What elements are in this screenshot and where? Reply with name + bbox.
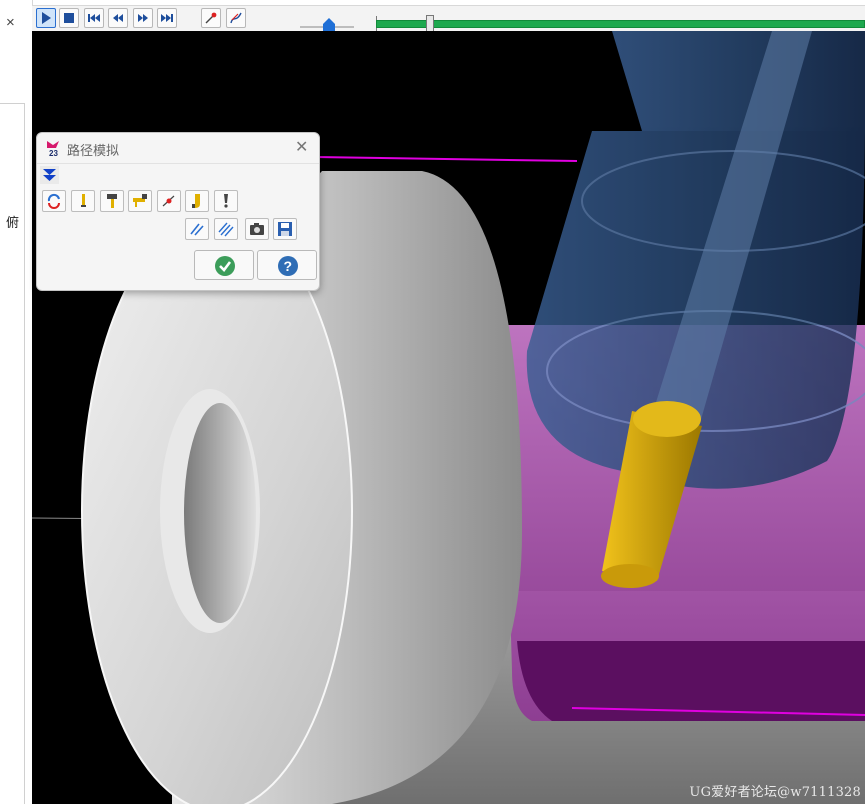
dialog-title: 路径模拟 xyxy=(67,144,120,159)
lines-icon xyxy=(190,223,204,236)
skip-start-icon xyxy=(88,14,100,22)
dense-lines-icon xyxy=(218,222,234,237)
last-button[interactable] xyxy=(157,8,177,28)
path-simulation-dialog: 23 路径模拟 ✕ ? xyxy=(36,132,320,291)
tool-display-button[interactable] xyxy=(71,190,95,212)
step-forward-icon xyxy=(138,14,148,22)
camera-icon xyxy=(250,223,264,235)
path-trace-icon xyxy=(230,12,242,24)
holder-tool-icon xyxy=(133,194,147,207)
holder-tool-button[interactable] xyxy=(128,190,152,212)
holder-display-button[interactable] xyxy=(100,190,124,212)
stop-button[interactable] xyxy=(59,8,79,28)
holder-icon xyxy=(107,194,117,208)
play-icon xyxy=(42,12,51,24)
view-label-fragment: 俯 xyxy=(6,216,20,231)
dialog-titlebar[interactable]: 23 路径模拟 ✕ xyxy=(37,133,319,164)
left-panel-card xyxy=(0,103,25,804)
lines-button[interactable] xyxy=(185,218,209,240)
help-button[interactable]: ? xyxy=(257,250,317,280)
snapshot-button[interactable] xyxy=(245,218,269,240)
svg-text:?: ? xyxy=(284,258,293,274)
path-point-icon xyxy=(162,195,175,207)
save-button[interactable] xyxy=(273,218,297,240)
tool-shape-icon xyxy=(192,194,200,208)
dense-lines-button[interactable] xyxy=(214,218,238,240)
skip-end-icon xyxy=(161,14,173,22)
save-icon xyxy=(278,222,292,236)
path-trace-button[interactable] xyxy=(226,8,246,28)
help-icon: ? xyxy=(278,256,298,276)
watermark: UG爱好者论坛@w7111328 xyxy=(689,785,861,800)
speed-slider-thumb[interactable] xyxy=(323,18,335,32)
simulation-toolbar xyxy=(32,5,865,33)
left-panel: × 俯 xyxy=(0,0,33,804)
info-button[interactable] xyxy=(214,190,238,212)
step-forward-button[interactable] xyxy=(133,8,153,28)
app-logo-icon: 23 xyxy=(47,141,59,157)
svg-text:23: 23 xyxy=(49,149,58,157)
first-button[interactable] xyxy=(84,8,104,28)
info-icon xyxy=(224,194,228,208)
refresh-icon xyxy=(47,193,60,209)
collapse-icon[interactable] xyxy=(40,166,59,184)
step-back-button[interactable] xyxy=(108,8,128,28)
dialog-close-icon[interactable]: ✕ xyxy=(295,137,308,157)
path-point-button[interactable] xyxy=(157,190,181,212)
tool-icon xyxy=(81,194,86,207)
refresh-button[interactable] xyxy=(42,190,66,212)
simulation-progress-bar[interactable] xyxy=(376,20,865,28)
tool-path-button[interactable] xyxy=(201,8,221,28)
check-icon xyxy=(215,256,235,276)
tool-shape-button[interactable] xyxy=(185,190,209,212)
ok-button[interactable] xyxy=(194,250,254,280)
toolpath-icon xyxy=(205,12,217,24)
stop-icon xyxy=(64,13,74,23)
left-panel-close-icon[interactable]: × xyxy=(6,14,15,31)
play-button[interactable] xyxy=(36,8,56,28)
step-back-icon xyxy=(113,14,123,22)
